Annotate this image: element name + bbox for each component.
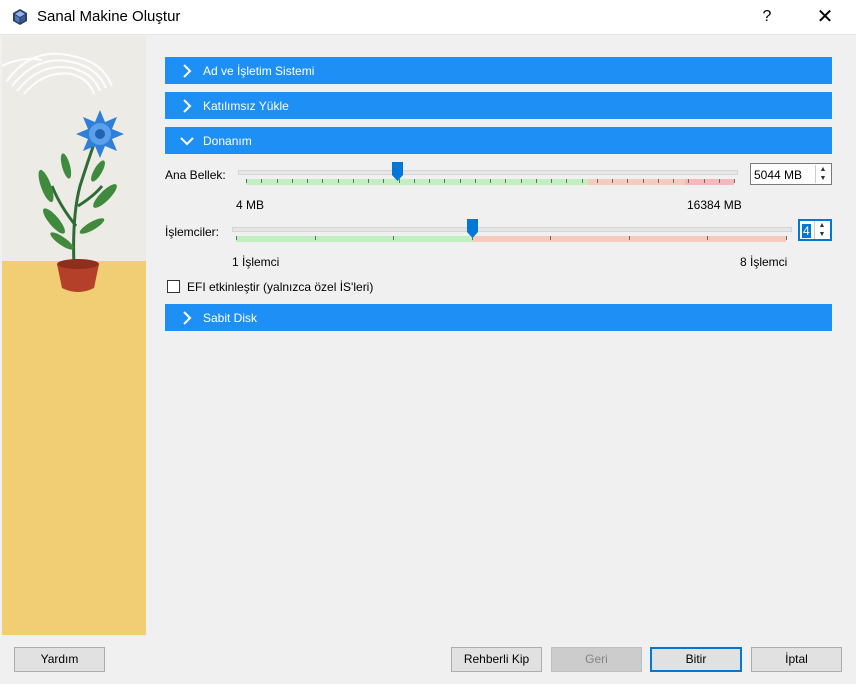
wizard-content: Ad ve İşletim Sistemi Katılımsız Yükle D…: [146, 36, 854, 635]
slider-tick: [520, 179, 522, 183]
memory-label: Ana Bellek:: [165, 168, 226, 182]
slider-tick: [657, 179, 659, 183]
section-label: Ad ve İşletim Sistemi: [203, 64, 315, 78]
slider-tick: [688, 179, 690, 183]
help-button[interactable]: Yardım: [14, 647, 105, 672]
section-label: Sabit Disk: [203, 311, 258, 325]
slider-zone-warn: [587, 179, 686, 185]
slider-tick: [291, 179, 293, 183]
cancel-button[interactable]: İptal: [751, 647, 842, 672]
slider-tick: [413, 179, 415, 183]
memory-value[interactable]: 5044 MB: [754, 168, 802, 182]
slider-tick: [642, 179, 644, 183]
slider-tick: [261, 179, 263, 183]
window-title: Sanal Makine Oluştur: [37, 8, 181, 25]
slider-tick: [276, 179, 278, 183]
slider-tick: [236, 236, 237, 240]
processors-spinbox[interactable]: 4 ▲ ▼: [798, 219, 832, 241]
slider-thumb[interactable]: [467, 219, 478, 238]
slider-tick: [393, 236, 395, 240]
slider-tick: [707, 236, 709, 240]
slider-tick: [673, 179, 674, 183]
slider-track: [232, 227, 792, 232]
slider-tick: [429, 179, 430, 183]
slider-tick: [246, 179, 247, 183]
slider-tick: [703, 179, 705, 183]
close-button[interactable]: ✕: [802, 0, 848, 34]
slider-tick: [352, 179, 354, 183]
section-unattended[interactable]: Katılımsız Yükle: [165, 92, 832, 119]
chevron-right-icon: [183, 311, 192, 325]
efi-label[interactable]: EFI etkinleştir (yalnızca özel İS'leri): [187, 280, 373, 294]
chevron-down-icon: [180, 137, 194, 146]
section-hardware[interactable]: Donanım: [165, 127, 832, 154]
slider-tick: [596, 179, 598, 183]
section-name-os[interactable]: Ad ve İşletim Sistemi: [165, 57, 832, 84]
slider-tick: [444, 179, 446, 183]
slider-tick: [734, 179, 735, 183]
memory-max-label: 16384 MB: [687, 198, 742, 212]
slider-tick: [566, 179, 568, 183]
slider-tick: [612, 179, 613, 183]
processors-min-label: 1 İşlemci: [232, 255, 280, 269]
chevron-right-icon: [183, 99, 192, 113]
slider-tick: [368, 179, 369, 183]
slider-track: [238, 170, 738, 175]
finish-button[interactable]: Bitir: [650, 647, 742, 672]
slider-tick: [314, 236, 316, 240]
slider-tick: [786, 236, 787, 240]
memory-min-label: 4 MB: [236, 198, 265, 212]
efi-checkbox[interactable]: [167, 280, 180, 293]
processors-value[interactable]: 4: [802, 224, 811, 238]
memory-slider[interactable]: [238, 160, 738, 190]
slider-tick: [490, 179, 491, 183]
section-label: Donanım: [203, 134, 252, 148]
guided-mode-button[interactable]: Rehberli Kip: [451, 647, 542, 672]
section-hard-disk[interactable]: Sabit Disk: [165, 304, 832, 331]
virtualbox-icon: [13, 9, 27, 25]
slider-zone-ok: [236, 236, 473, 242]
memory-spinbox[interactable]: 5044 MB ▲ ▼: [750, 163, 832, 185]
slider-tick: [718, 179, 720, 183]
processors-max-label: 8 İşlemci: [740, 255, 788, 269]
processors-slider[interactable]: [232, 217, 792, 247]
title-bar: Sanal Makine Oluştur ? ✕: [0, 0, 856, 34]
back-button[interactable]: Geri: [551, 647, 642, 672]
slider-zone-bad: [685, 179, 734, 185]
wizard-illustration: [2, 36, 146, 635]
slider-tick: [581, 179, 583, 183]
caret-down-icon[interactable]: ▼: [815, 230, 829, 239]
slider-tick: [505, 179, 507, 183]
help-title-button[interactable]: ?: [744, 0, 790, 34]
section-label: Katılımsız Yükle: [203, 99, 289, 113]
slider-tick: [474, 179, 476, 183]
caret-down-icon[interactable]: ▼: [816, 174, 830, 183]
slider-tick: [628, 236, 630, 240]
slider-tick: [459, 179, 461, 183]
chevron-right-icon: [183, 64, 192, 78]
caret-up-icon[interactable]: ▲: [815, 221, 829, 230]
slider-tick: [383, 179, 385, 183]
button-bar: Yardım Rehberli Kip Geri Bitir İptal: [0, 635, 856, 684]
slider-tick: [550, 236, 552, 240]
processors-label: İşlemciler:: [165, 225, 220, 239]
slider-tick: [337, 179, 339, 183]
slider-tick: [322, 179, 324, 183]
caret-up-icon[interactable]: ▲: [816, 165, 830, 174]
slider-tick: [551, 179, 552, 183]
slider-tick: [627, 179, 629, 183]
slider-tick: [535, 179, 537, 183]
slider-thumb[interactable]: [391, 162, 403, 181]
slider-tick: [307, 179, 308, 183]
